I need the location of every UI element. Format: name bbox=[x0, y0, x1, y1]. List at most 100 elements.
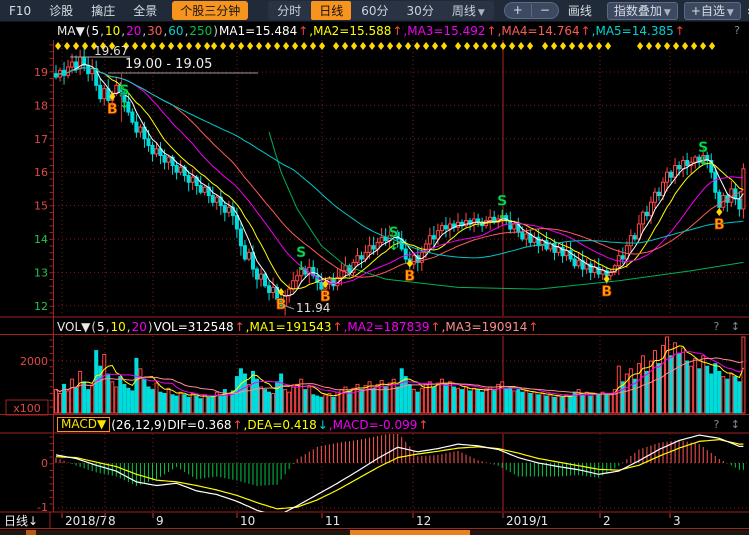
header-segment: ,MACD=-0.099 bbox=[329, 418, 418, 432]
svg-text:2018/7: 2018/7 bbox=[65, 514, 107, 528]
zoom-out-button[interactable]: − bbox=[532, 4, 558, 17]
header-segment: , bbox=[100, 24, 104, 38]
period-30min[interactable]: 30分 bbox=[399, 1, 442, 20]
svg-text:↓: ↓ bbox=[296, 259, 306, 273]
indicator-dropdown[interactable]: MACD▼ bbox=[57, 417, 110, 432]
header-segment: ,DEA=0.418 bbox=[244, 418, 317, 432]
svg-text:18: 18 bbox=[34, 99, 48, 112]
header-segment: 5 bbox=[97, 320, 105, 334]
svg-text:↓: ↓ bbox=[497, 207, 507, 221]
chevron-down-icon: ▼ bbox=[727, 8, 734, 18]
header-segment: , bbox=[142, 24, 146, 38]
header-segment: ↑ bbox=[675, 24, 685, 38]
header-segment: ↑ bbox=[486, 24, 496, 38]
svg-text:-1: -1 bbox=[37, 501, 48, 514]
header-segment: ↑ bbox=[528, 320, 538, 334]
svg-text:2000: 2000 bbox=[20, 355, 48, 368]
svg-text:B: B bbox=[107, 102, 118, 118]
svg-text:13: 13 bbox=[34, 266, 48, 279]
volume-series bbox=[55, 337, 745, 413]
header-segment: ↑ bbox=[418, 418, 428, 432]
header-segment: , bbox=[127, 320, 131, 334]
svg-text:B: B bbox=[601, 284, 612, 300]
svg-text:♦: ♦ bbox=[439, 40, 449, 53]
price-annotations: 19.6711.94 bbox=[70, 44, 330, 315]
svg-text:14: 14 bbox=[34, 233, 48, 246]
svg-text:x100: x100 bbox=[13, 402, 41, 415]
draw-line-button[interactable]: 画线 bbox=[559, 2, 601, 19]
top-toolbar: F10 诊股 擒庄 全景 个股三分钟 分时 日线 60分 30分 周线▼ + −… bbox=[0, 0, 749, 22]
svg-text:19: 19 bbox=[34, 66, 48, 79]
horizontal-scrollbar[interactable] bbox=[0, 530, 749, 535]
pane-help-resize-icons[interactable]: ? ↕ bbox=[713, 418, 746, 431]
grid-lines bbox=[54, 40, 748, 511]
chevron-down-icon: ▼ bbox=[478, 8, 485, 18]
header-segment: 250 bbox=[189, 24, 212, 38]
svg-text:3: 3 bbox=[673, 514, 681, 528]
svg-text:12: 12 bbox=[34, 300, 48, 313]
tab-panorama[interactable]: 全景 bbox=[124, 2, 166, 19]
header-segment: ,MA3=15.492 bbox=[403, 24, 485, 38]
period-timeshare[interactable]: 分时 bbox=[269, 1, 309, 20]
header-segment: DIF=0.368 bbox=[167, 418, 231, 432]
svg-text:2019/1: 2019/1 bbox=[506, 514, 548, 528]
header-segment: ( bbox=[86, 24, 91, 38]
tab-diagnose-stock[interactable]: 诊股 bbox=[40, 2, 82, 19]
header-segment: ↑ bbox=[232, 418, 242, 432]
candlestick-series bbox=[55, 48, 745, 316]
svg-text:♦: ♦ bbox=[525, 40, 535, 53]
header-segment: ↓ bbox=[318, 418, 328, 432]
stock-chart-app: F10 诊股 擒庄 全景 个股三分钟 分时 日线 60分 30分 周线▼ + −… bbox=[0, 0, 749, 535]
svg-text:17: 17 bbox=[34, 133, 48, 146]
header-segment: ,MA3=190914 bbox=[442, 320, 528, 334]
svg-text:2: 2 bbox=[603, 514, 611, 528]
indicator-dropdown[interactable]: VOL▼ bbox=[57, 320, 90, 334]
header-segment: ) bbox=[213, 24, 218, 38]
header-segment: , bbox=[121, 24, 125, 38]
svg-text:0: 0 bbox=[41, 457, 48, 470]
header-segment: , bbox=[106, 320, 110, 334]
svg-text:9: 9 bbox=[156, 514, 164, 528]
period-60min[interactable]: 60分 bbox=[353, 1, 396, 20]
period-daily-active[interactable]: 日线 bbox=[311, 1, 351, 20]
svg-text:19.67: 19.67 bbox=[94, 44, 128, 58]
header-segment: 10 bbox=[105, 24, 120, 38]
header-segment: (26,12,9) bbox=[111, 418, 166, 432]
svg-text:12: 12 bbox=[416, 514, 431, 528]
header-segment: ,MA4=14.764 bbox=[498, 24, 580, 38]
svg-text:日线↓: 日线↓ bbox=[4, 514, 38, 528]
svg-text:↓: ↓ bbox=[119, 97, 129, 111]
header-segment: ↑ bbox=[235, 320, 245, 334]
tab-banker[interactable]: 擒庄 bbox=[82, 2, 124, 19]
chevron-down-icon: ▼ bbox=[664, 8, 671, 18]
header-segment: 30 bbox=[147, 24, 162, 38]
header-segment: ,MA2=187839 bbox=[344, 320, 430, 334]
zoom-in-button[interactable]: + bbox=[505, 4, 532, 17]
header-segment: 60 bbox=[168, 24, 183, 38]
tab-f10[interactable]: F10 bbox=[0, 4, 40, 18]
macd-indicator-header: MACD▼ (26,12,9) DIF=0.368↑,DEA=0.418↓,MA… bbox=[57, 417, 747, 432]
header-segment: ) bbox=[148, 320, 153, 334]
header-segment: , bbox=[163, 24, 167, 38]
header-segment: ,MA5=14.385 bbox=[592, 24, 674, 38]
header-segment: ,MA2=15.588 bbox=[309, 24, 391, 38]
macd-series bbox=[56, 432, 743, 516]
price-axis-labels: 19181716151413122000x1000-1 bbox=[6, 66, 48, 514]
indicator-dropdown[interactable]: MA▼ bbox=[57, 24, 85, 38]
period-weekly[interactable]: 周线▼ bbox=[444, 1, 493, 20]
index-overlay-dropdown[interactable]: 指数叠加▼ bbox=[607, 2, 678, 20]
header-segment: 20 bbox=[126, 24, 141, 38]
add-watchlist-dropdown[interactable]: +自选▼ bbox=[684, 2, 741, 20]
chart-canvas[interactable]: 19.00 - 19.05♦B♦B♦B♦B♦B♦BS↓S↓S↓S↓S↓♦♦♦♦♦… bbox=[0, 0, 749, 535]
svg-text:↓: ↓ bbox=[389, 239, 399, 253]
svg-text:♦: ♦ bbox=[317, 40, 327, 53]
pane-help-resize-icons[interactable]: ? bbox=[734, 24, 746, 37]
svg-text:11: 11 bbox=[325, 514, 340, 528]
svg-text:15: 15 bbox=[34, 200, 48, 213]
stock-3min-button[interactable]: 个股三分钟 bbox=[172, 1, 248, 20]
header-segment: 20 bbox=[132, 320, 147, 334]
pane-help-resize-icons[interactable]: ? ↕ bbox=[713, 320, 746, 333]
scrollbar-thumb[interactable] bbox=[350, 530, 470, 535]
svg-text:B: B bbox=[714, 217, 725, 233]
header-segment: VOL=312548 bbox=[154, 320, 234, 334]
